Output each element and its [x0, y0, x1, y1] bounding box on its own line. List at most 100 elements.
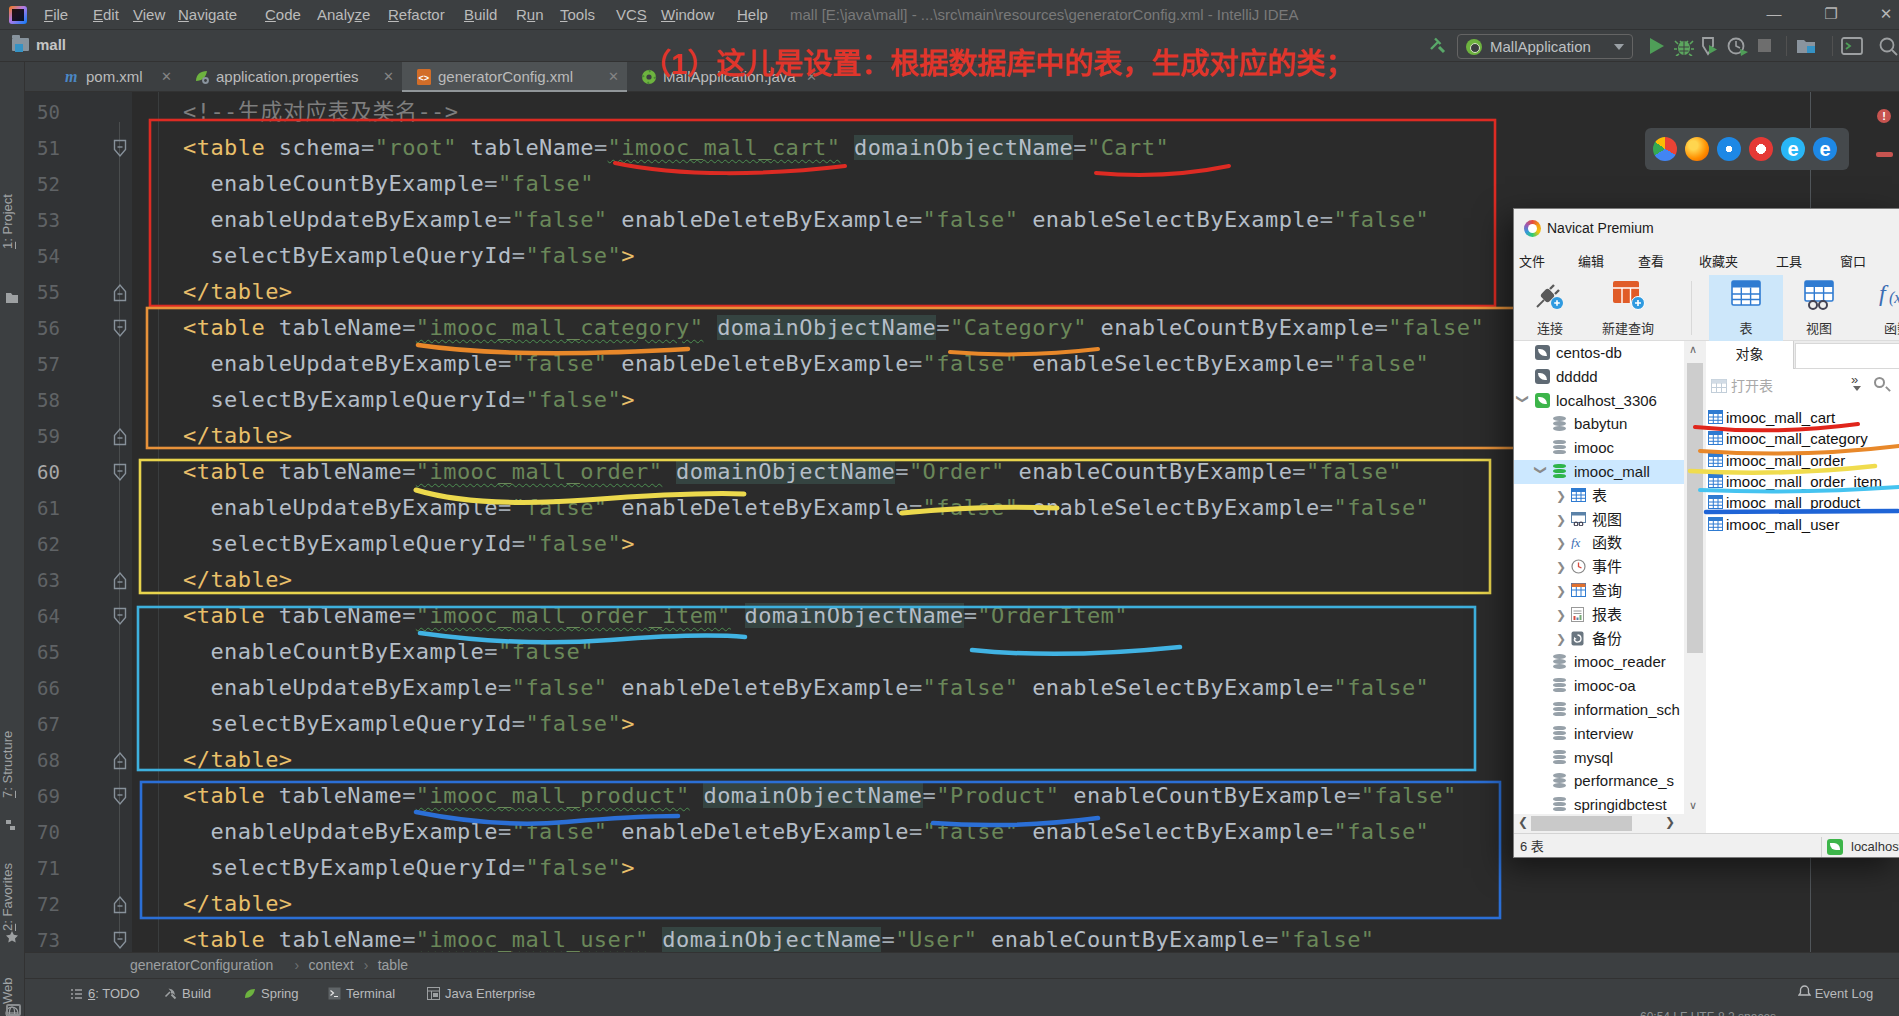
menu-navigate[interactable]: Navigate — [178, 0, 237, 30]
tab-objects[interactable]: 对象 — [1706, 341, 1794, 369]
run-button[interactable] — [1648, 36, 1666, 56]
tab-generatorConfig.xml[interactable]: <>generatorConfig.xml✕ — [402, 62, 627, 92]
firefox-icon[interactable] — [1685, 137, 1709, 161]
tree-item-information_sch[interactable]: information_sch — [1514, 698, 1684, 722]
tree-item-imooc[interactable]: imooc — [1514, 436, 1684, 460]
toolwindow-java-enterprise[interactable]: Java Enterprise — [427, 979, 535, 1009]
fold-marker-up[interactable] — [112, 427, 128, 450]
tree-item-imooc_reader[interactable]: imooc_reader — [1514, 650, 1684, 674]
menu-view[interactable]: View — [133, 0, 165, 30]
close-tab-icon[interactable]: ✕ — [161, 62, 172, 91]
dropdown-arrow-icon[interactable] — [1853, 386, 1861, 391]
hscrollbar-thumb[interactable] — [1531, 816, 1632, 831]
edge-icon[interactable]: e — [1813, 137, 1837, 161]
tree-vertical-scrollbar[interactable]: ∧ ∨ — [1684, 341, 1706, 814]
table-item-imooc_mall_cart[interactable]: imooc_mall_cart — [1706, 407, 1899, 428]
stripe--favorites[interactable]: 2: Favorites — [0, 857, 25, 937]
maximize-button[interactable]: ❐ — [1822, 0, 1840, 30]
tree-item-imooc_mall[interactable]: ❯imooc_mall — [1514, 460, 1684, 484]
menu-edit[interactable]: Edit — [93, 0, 119, 30]
menu-refactor[interactable]: Refactor — [388, 0, 445, 30]
navicat-menu-0[interactable]: 文件 — [1519, 249, 1545, 274]
profiler-button[interactable] — [1727, 36, 1749, 56]
stripe--project[interactable]: 1: Project — [0, 162, 25, 282]
scroll-up-arrow[interactable]: ∧ — [1689, 343, 1697, 356]
stripe--structure[interactable]: 7: Structure — [0, 714, 25, 814]
tree-item-事件[interactable]: ❯事件 — [1514, 555, 1684, 579]
safari-icon[interactable] — [1717, 137, 1741, 161]
breadcrumb-context[interactable]: context — [309, 953, 354, 978]
tree-item-babytun[interactable]: babytun — [1514, 412, 1684, 436]
close-button[interactable]: ✕ — [1877, 0, 1895, 30]
stop-button[interactable] — [1758, 39, 1771, 52]
fold-marker-up[interactable] — [112, 571, 128, 594]
toolwindow-build[interactable]: Build — [164, 979, 211, 1009]
tree-item-ddddd[interactable]: ddddd — [1514, 365, 1684, 389]
tab-pom.xml[interactable]: mpom.xml✕ — [50, 62, 180, 92]
navicat-menu-1[interactable]: 编辑 — [1578, 249, 1604, 274]
navicat-menu-2[interactable]: 查看 — [1638, 249, 1664, 274]
minimize-button[interactable]: — — [1765, 0, 1783, 30]
tree-item-centos-db[interactable]: centos-db — [1514, 341, 1684, 365]
tree-item-表[interactable]: ❯表 — [1514, 484, 1684, 508]
menu-code[interactable]: Code — [265, 0, 301, 30]
table-item-imooc_mall_order[interactable]: imooc_mall_order — [1706, 450, 1899, 471]
search-icon[interactable] — [1874, 377, 1885, 388]
navicat-menu-5[interactable]: 窗口 — [1840, 249, 1866, 274]
navicat-menu-3[interactable]: 收藏夹 — [1699, 249, 1738, 274]
table-item-imooc_mall_product[interactable]: imooc_mall_product — [1706, 492, 1899, 513]
table-item-imooc_mall_category[interactable]: imooc_mall_category — [1706, 428, 1899, 449]
tree-item-performance_s[interactable]: performance_s — [1514, 769, 1684, 793]
close-tab-icon[interactable]: ✕ — [608, 62, 619, 91]
chrome-icon[interactable] — [1653, 137, 1677, 161]
navicat-tool-0[interactable]: 连接 — [1524, 275, 1576, 341]
navicat-tool-3[interactable]: 视图 — [1791, 275, 1847, 341]
menu-help[interactable]: Help — [737, 0, 768, 30]
toolwindow--todo[interactable]: 6: TODO — [70, 979, 140, 1009]
menu-file[interactable]: File — [44, 0, 68, 30]
tree-item-报表[interactable]: ❯报表 — [1514, 603, 1684, 627]
scroll-left-arrow[interactable]: ❮ — [1518, 815, 1528, 829]
tree-item-localhost_3306[interactable]: ❯localhost_3306 — [1514, 389, 1684, 413]
fold-marker-down[interactable] — [112, 463, 128, 486]
menu-build[interactable]: Build — [464, 0, 497, 30]
toolwindow-spring[interactable]: Spring — [243, 979, 299, 1009]
table-item-imooc_mall_order_item[interactable]: imooc_mall_order_item — [1706, 471, 1899, 492]
menu-run[interactable]: Run — [516, 0, 544, 30]
menu-analyze[interactable]: Analyze — [317, 0, 370, 30]
tree-item-查询[interactable]: ❯查询 — [1514, 579, 1684, 603]
stripe-web[interactable]: Web — [0, 974, 25, 1008]
navicat-menu-4[interactable]: 工具 — [1776, 249, 1802, 274]
fold-marker-up[interactable] — [112, 751, 128, 774]
search-everywhere-icon[interactable] — [1878, 36, 1899, 56]
open-table-button[interactable]: 打开表 — [1731, 369, 1773, 403]
close-tab-icon[interactable]: ✕ — [383, 62, 394, 91]
scroll-down-arrow[interactable]: ∨ — [1689, 799, 1697, 812]
build-hammer-icon[interactable] — [1428, 36, 1448, 56]
menu-window[interactable]: Window — [661, 0, 714, 30]
fold-marker-down[interactable] — [112, 607, 128, 630]
menu-vcs[interactable]: VCS — [616, 0, 647, 30]
tree-item-imooc-oa[interactable]: imooc-oa — [1514, 674, 1684, 698]
menu-tools[interactable]: Tools — [560, 0, 595, 30]
tab-application.properties[interactable]: application.properties✕ — [180, 62, 402, 92]
fold-marker-up[interactable] — [112, 895, 128, 918]
table-item-imooc_mall_user[interactable]: imooc_mall_user — [1706, 514, 1899, 535]
scrollbar-thumb[interactable] — [1687, 363, 1703, 653]
tree-item-视图[interactable]: ❯视图 — [1514, 508, 1684, 532]
tree-item-备份[interactable]: ❯备份 — [1514, 627, 1684, 651]
debug-button[interactable] — [1674, 36, 1694, 56]
tree-item-函数[interactable]: ❯fx函数 — [1514, 531, 1684, 555]
navicat-tool-4[interactable]: f(x)函数 — [1872, 275, 1899, 341]
breadcrumb-table[interactable]: table — [378, 953, 408, 978]
fold-marker-down[interactable] — [112, 787, 128, 810]
run-configuration-select[interactable]: MallApplication — [1457, 34, 1633, 59]
scroll-right-arrow[interactable]: ❯ — [1665, 815, 1675, 829]
fold-marker-down[interactable] — [112, 319, 128, 342]
toolwindow-switcher-icon[interactable] — [6, 1004, 21, 1016]
fold-marker-down[interactable] — [112, 931, 128, 952]
project-name[interactable]: mall — [36, 30, 66, 62]
project-structure-icon[interactable] — [1795, 36, 1819, 56]
toolwindow-terminal[interactable]: Terminal — [328, 979, 395, 1009]
tree-horizontal-scrollbar[interactable]: ❮ ❯ — [1514, 814, 1706, 833]
